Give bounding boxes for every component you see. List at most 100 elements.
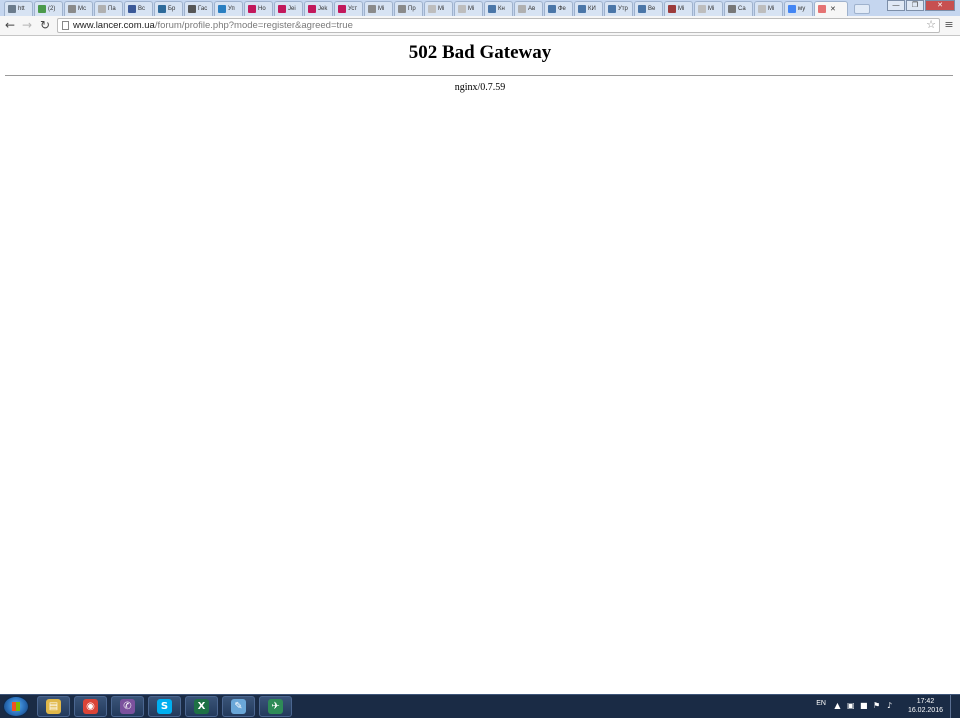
- browser-tab[interactable]: Ав: [514, 1, 543, 16]
- vk-icon: [638, 5, 646, 13]
- browser-tab[interactable]: му: [784, 1, 813, 16]
- tab-label: Са: [738, 6, 746, 12]
- tab-strip: htt (2) Мс Па Вс Бр Гас Уп Но Jei Jek Уст Мі Пр Мі Мі Кн…: [0, 0, 960, 16]
- show-desktop-button[interactable]: [950, 695, 960, 718]
- browser-tab[interactable]: Па: [94, 1, 123, 16]
- tab-label: Фе: [558, 6, 566, 12]
- browser-tab[interactable]: Уст: [334, 1, 363, 16]
- tab-label: htt: [18, 6, 25, 12]
- browser-tab[interactable]: Кн: [484, 1, 513, 16]
- explorer-icon: ▤: [46, 699, 61, 714]
- chrome-icon: ◉: [83, 699, 98, 714]
- taskbar-app-button[interactable]: ✈: [259, 696, 292, 717]
- bookmark-star-icon[interactable]: ☆: [926, 19, 936, 32]
- taskbar-app-button[interactable]: ✎: [222, 696, 255, 717]
- url-text: www.lancer.com.ua/forum/profile.php?mode…: [73, 20, 353, 31]
- browser-tab[interactable]: Утр: [604, 1, 633, 16]
- triangle-icon: [218, 5, 226, 13]
- taskbar-app-button[interactable]: ◉: [74, 696, 107, 717]
- back-button[interactable]: ←: [2, 18, 18, 33]
- browser-tab[interactable]: Мі: [364, 1, 393, 16]
- browser-tab[interactable]: Мі: [694, 1, 723, 16]
- d-icon: [308, 5, 316, 13]
- reload-button[interactable]: ↻: [37, 18, 53, 33]
- browser-tab[interactable]: Бр: [154, 1, 183, 16]
- new-tab-button[interactable]: [854, 4, 870, 14]
- taskbar-app-button[interactable]: X: [185, 696, 218, 717]
- tab-label: Мі: [378, 6, 385, 12]
- volume-icon[interactable]: ♪: [886, 702, 893, 710]
- browser-tab[interactable]: Мі: [754, 1, 783, 16]
- chat-icon: [188, 5, 196, 13]
- tab-label: Бр: [168, 6, 176, 12]
- address-bar[interactable]: www.lancer.com.ua/forum/profile.php?mode…: [57, 18, 940, 33]
- close-tab-icon[interactable]: ✕: [830, 5, 836, 13]
- browser-tab[interactable]: Jei: [274, 1, 303, 16]
- d-icon: [248, 5, 256, 13]
- browser-tab[interactable]: Мі: [424, 1, 453, 16]
- browser-tab-active[interactable]: ✕: [814, 1, 848, 16]
- menu-icon[interactable]: ≡: [944, 19, 954, 31]
- forward-button[interactable]: →: [19, 18, 35, 33]
- browser-tab[interactable]: Мі: [664, 1, 693, 16]
- olx-icon: [398, 5, 406, 13]
- browser-tab[interactable]: Уп: [214, 1, 243, 16]
- tab-label: Уст: [348, 6, 358, 12]
- tab-label: Па: [108, 6, 116, 12]
- page-icon: [62, 21, 69, 30]
- browser-tab[interactable]: Пр: [394, 1, 423, 16]
- close-window-button[interactable]: ✕: [925, 0, 955, 11]
- browser-tab[interactable]: КИ: [574, 1, 603, 16]
- start-button[interactable]: [3, 696, 29, 717]
- server-signature: nginx/0.7.59: [454, 82, 506, 93]
- viber-icon: ✆: [120, 699, 135, 714]
- vk-icon: [488, 5, 496, 13]
- minimize-button[interactable]: —: [887, 0, 905, 11]
- language-indicator[interactable]: EN: [816, 700, 826, 707]
- browser-tab[interactable]: Вс: [124, 1, 153, 16]
- tab-label: Вс: [138, 6, 146, 12]
- loader-icon: [818, 5, 826, 13]
- divider: [5, 75, 953, 76]
- chevron-up-icon[interactable]: ▲: [834, 702, 841, 710]
- page-icon: [518, 5, 526, 13]
- globe-icon: [668, 5, 676, 13]
- vk-icon: [608, 5, 616, 13]
- browser-tab[interactable]: Jek: [304, 1, 333, 16]
- tab-label: Мі: [678, 6, 685, 12]
- loader-icon: [428, 5, 436, 13]
- chat-icon: [158, 5, 166, 13]
- taskbar-app-button[interactable]: ▤: [37, 696, 70, 717]
- d-icon: [338, 5, 346, 13]
- clock-date: 16.02.2016: [907, 707, 943, 714]
- browser-tab[interactable]: Са: [724, 1, 753, 16]
- tab-label: Ве: [648, 6, 656, 12]
- url-path: /forum/profile.php?mode=register&agreed=…: [154, 20, 353, 31]
- olx-icon: [68, 5, 76, 13]
- taskbar-app-button[interactable]: S: [148, 696, 181, 717]
- tabs-container: htt (2) Мс Па Вс Бр Гас Уп Но Jei Jek Уст Мі Пр Мі Мі Кн…: [4, 1, 870, 16]
- tab-label: Мс: [78, 6, 87, 12]
- loader-icon: [698, 5, 706, 13]
- d-icon: [278, 5, 286, 13]
- excel-icon: X: [194, 699, 209, 714]
- flag-icon[interactable]: ⚑: [873, 702, 880, 710]
- clock[interactable]: 17:42 16.02.2016: [908, 697, 943, 715]
- page-icon: [98, 5, 106, 13]
- browser-tab[interactable]: Ве: [634, 1, 663, 16]
- skype-icon: S: [157, 699, 172, 714]
- browser-tab[interactable]: Фе: [544, 1, 573, 16]
- windows-icon[interactable]: ■: [860, 702, 868, 710]
- network-icon[interactable]: ▣: [847, 702, 855, 710]
- browser-tab[interactable]: Но: [244, 1, 273, 16]
- loader-icon: [758, 5, 766, 13]
- browser-tab[interactable]: Мі: [454, 1, 483, 16]
- taskbar: ▤ ◉ ✆ S X ✎ ✈ EN ▲ ▣ ■ ⚑ ♪ 17:42 16.02.2016: [0, 694, 960, 718]
- browser-tab[interactable]: (2): [34, 1, 63, 16]
- maximize-button[interactable]: ❐: [906, 0, 924, 11]
- browser-tab[interactable]: Мс: [64, 1, 93, 16]
- taskbar-app-button[interactable]: ✆: [111, 696, 144, 717]
- browser-tab[interactable]: Гас: [184, 1, 213, 16]
- browser-tab[interactable]: htt: [4, 1, 33, 16]
- tab-label: Ав: [528, 6, 536, 12]
